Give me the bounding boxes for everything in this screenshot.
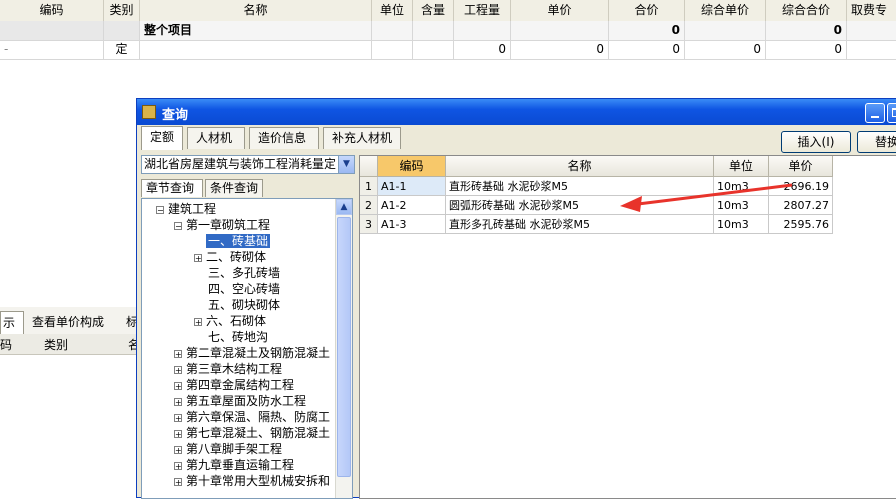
annotation-arrow-icon [620, 183, 793, 212]
